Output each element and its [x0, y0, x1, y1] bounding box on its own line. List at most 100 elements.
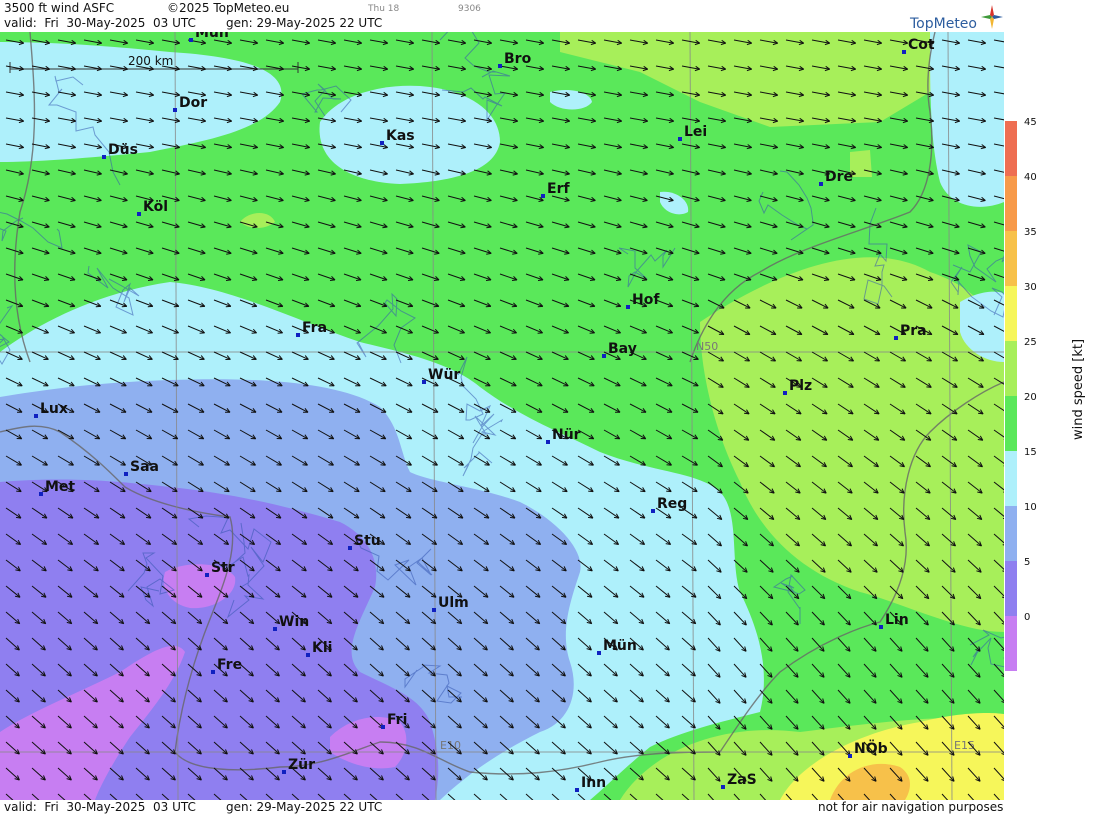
generated-time: gen: 29-May-2025 22 UTC: [226, 16, 382, 30]
city-label: Hof: [632, 292, 660, 308]
city-marker: [902, 50, 906, 54]
footer-valid-time: valid: Fri 30-May-2025 03 UTC: [4, 800, 196, 814]
colorbar-segment: [1005, 396, 1017, 451]
city-label: Str: [211, 560, 235, 576]
city-label: Inn: [581, 775, 606, 791]
wind-arrow-head: [954, 280, 959, 281]
colorbar-tick-label: 35: [1024, 227, 1037, 238]
city-marker: [575, 788, 579, 792]
city-marker: [541, 194, 545, 198]
city-label: Erf: [547, 181, 570, 197]
city-label: NÖb: [854, 739, 888, 757]
topmeteo-logo[interactable]: TopMeteo: [906, 4, 1004, 32]
city-met: Met: [39, 479, 75, 496]
wind-arrow-head: [590, 280, 595, 281]
compass-star-icon: [980, 4, 1004, 30]
wind-zone-15kt-ne: [930, 32, 1004, 207]
city-marker: [422, 380, 426, 384]
colorbar-tick-label: 40: [1024, 172, 1037, 183]
city-marker: [137, 212, 141, 216]
city-label: Kas: [386, 128, 415, 144]
city-marker: [306, 653, 310, 657]
city-marker: [124, 472, 128, 476]
city-label: Dre: [825, 169, 853, 185]
city-marker: [205, 573, 209, 577]
city-zas: ZaS: [721, 772, 757, 789]
valid-time: valid: Fri 30-May-2025 03 UTC: [4, 16, 196, 30]
footer-generated-time: gen: 29-May-2025 22 UTC: [226, 800, 382, 814]
city-label: Dor: [179, 95, 207, 111]
city-marker: [602, 354, 606, 358]
city-label: Win: [279, 614, 309, 630]
city-reg: Reg: [651, 496, 687, 513]
city-marker: [381, 725, 385, 729]
wind-arrow-head: [902, 280, 907, 281]
city-label: Düs: [108, 142, 138, 158]
city-marker: [189, 38, 193, 42]
city-label: Fri: [387, 712, 407, 728]
wind-arrow-head: [772, 280, 777, 281]
wind-arrow-head: [512, 280, 517, 281]
city-marker: [894, 336, 898, 340]
wind-speed-colorbar: 051015202530354045 wind speed [kt]: [1004, 0, 1095, 814]
lon-label-e10: E10: [440, 739, 461, 752]
wind-arrow-head: [96, 280, 101, 281]
product-title: 3500 ft wind ASFC: [4, 1, 114, 15]
wind-arrow-head: [330, 280, 335, 281]
city-label: Saa: [130, 459, 159, 475]
city-hof: Hof: [626, 292, 660, 309]
city-marker: [102, 155, 106, 159]
city-marker: [546, 440, 550, 444]
wind-arrow-head: [408, 280, 413, 281]
city-dre: Dre: [819, 169, 853, 186]
city-label: Mün: [195, 32, 229, 41]
city-wür: Wür: [422, 367, 460, 384]
city-marker: [282, 770, 286, 774]
city-label: Lin: [885, 612, 909, 628]
wind-arrow-head: [44, 280, 49, 281]
legend-panel: 051015202530354045 wind speed [kt]: [1004, 0, 1095, 814]
colorbar-tick-label: 30: [1024, 282, 1037, 293]
colorbar-tick-label: 45: [1024, 117, 1037, 128]
wind-arrow-head: [720, 280, 725, 281]
wind-arrow-head: [434, 280, 439, 281]
wind-arrow-head: [278, 280, 283, 281]
colorbar-segment: [1005, 286, 1017, 341]
city-marker: [678, 137, 682, 141]
city-label: Lux: [40, 401, 68, 417]
wind-map[interactable]: N50 E10 E15 200 km MünBroCotDorKasDüsLei…: [0, 32, 1004, 800]
wind-arrow-head: [460, 280, 465, 281]
city-marker: [34, 414, 38, 418]
colorbar-segment: [1005, 341, 1017, 396]
city-marker: [348, 546, 352, 550]
colorbar-tick-label: 15: [1024, 447, 1037, 458]
wind-arrow-head: [18, 280, 23, 281]
city-marker: [626, 305, 630, 309]
city-label: Fre: [217, 657, 242, 673]
logo-text: TopMeteo: [910, 16, 977, 32]
wind-arrow-head: [304, 280, 309, 281]
city-nür: Nür: [546, 427, 581, 444]
day-label: Thu 18: [368, 4, 399, 14]
disclaimer-text: not for air navigation purposes: [818, 800, 1003, 814]
city-label: Lei: [684, 124, 707, 140]
wind-arrow-head: [538, 280, 543, 281]
city-nöb: NÖb: [848, 739, 888, 758]
wind-arrow-head: [824, 280, 829, 281]
city-marker: [173, 108, 177, 112]
city-marker: [819, 182, 823, 186]
colorbar-segment: [1005, 121, 1017, 176]
colorbar-segment: [1005, 176, 1017, 231]
city-label: Met: [45, 479, 75, 495]
scale-label: 200 km: [128, 54, 173, 68]
wind-arrow-head: [226, 280, 231, 281]
city-win: Win: [273, 614, 309, 631]
city-marker: [597, 651, 601, 655]
wind-zone-25kt-spot2: [850, 150, 872, 177]
wind-arrow-head: [148, 280, 153, 281]
city-saa: Saa: [124, 459, 159, 476]
wind-arrow-head: [798, 280, 803, 281]
wind-arrow-head: [746, 280, 751, 281]
colorbar-tick-label: 20: [1024, 392, 1037, 403]
wind-arrow-head: [928, 280, 933, 281]
